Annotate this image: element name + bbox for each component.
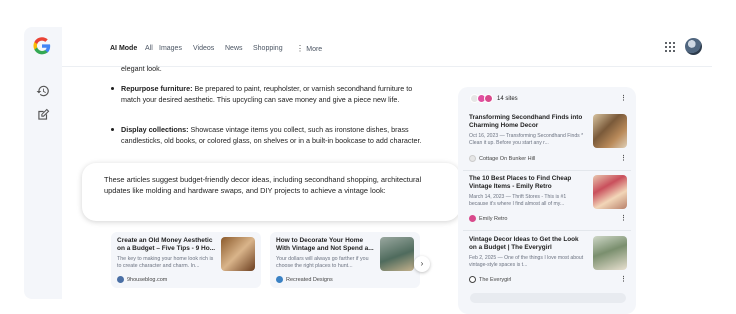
- source-item-3[interactable]: Vintage Decor Ideas to Get the Look on a…: [463, 236, 631, 288]
- card-thumbnail: [221, 237, 255, 271]
- bullet-display-collections: Display collections: Showcase vintage it…: [110, 124, 430, 147]
- card-thumbnail: [380, 237, 414, 271]
- more-vert-icon[interactable]: ⋮: [620, 275, 627, 283]
- text-fragment: elegant look.: [121, 64, 162, 73]
- source-item-2[interactable]: The 10 Best Places to Find Cheap Vintage…: [463, 175, 631, 227]
- site-favicon: [469, 276, 476, 283]
- card-source-name: Recreated Designs: [286, 276, 333, 283]
- card-source-name: 9houseblog.com: [127, 276, 168, 283]
- divider: [463, 230, 631, 231]
- source-site: Cottage On Bunker Hill: [469, 155, 535, 162]
- bullet-dot: [111, 128, 114, 131]
- sites-summary[interactable]: 14 sites: [470, 94, 518, 103]
- avatar[interactable]: [685, 38, 702, 55]
- chevron-right-icon[interactable]: ›: [414, 256, 430, 272]
- source-site: The Everygirl: [469, 276, 511, 283]
- card-snippet: The key to making your home look rich is…: [117, 255, 214, 269]
- bullet-heading: Repurpose furniture:: [121, 84, 193, 93]
- source-favicon: [117, 276, 124, 283]
- source-title: The 10 Best Places to Find Cheap Vintage…: [469, 175, 572, 190]
- sites-count: 14 sites: [497, 95, 518, 102]
- site-favicon: [484, 94, 493, 103]
- source-card-2[interactable]: How to Decorate Your Home With Vintage a…: [270, 232, 420, 288]
- tab-images[interactable]: Images: [159, 45, 182, 52]
- new-chat-icon[interactable]: [36, 108, 50, 122]
- history-icon[interactable]: [36, 84, 50, 98]
- card-source: 9houseblog.com: [117, 276, 167, 283]
- source-thumbnail: [593, 175, 627, 209]
- more-menu[interactable]: ⋮ More: [296, 44, 322, 53]
- more-vert-icon[interactable]: ⋮: [620, 214, 627, 222]
- more-vert-icon[interactable]: ⋮: [620, 94, 627, 102]
- card-title: How to Decorate Your Home With Vintage a…: [276, 237, 374, 253]
- more-vert-icon: ⋮: [296, 44, 304, 53]
- bullet-dot: [111, 87, 114, 90]
- show-all-button[interactable]: [470, 293, 626, 303]
- left-rail: [24, 27, 62, 299]
- source-snippet: March 14, 2023 — Thrift Stores - This is…: [469, 194, 567, 207]
- site-favicon: [469, 215, 476, 222]
- tab-all[interactable]: All: [145, 45, 153, 52]
- more-vert-icon[interactable]: ⋮: [620, 154, 627, 162]
- bullet-repurpose-furniture: Repurpose furniture: Be prepared to pain…: [110, 83, 430, 106]
- site-favicon: [469, 155, 476, 162]
- tab-ai-mode[interactable]: AI Mode: [110, 45, 137, 52]
- source-item-1[interactable]: Transforming Secondhand Finds into Charm…: [463, 114, 631, 166]
- source-snippet: Oct 16, 2023 — Transforming Secondhand F…: [469, 133, 584, 146]
- source-site: Emily Retro: [469, 215, 507, 222]
- source-thumbnail: [593, 114, 627, 148]
- apps-grid-icon[interactable]: [664, 41, 676, 53]
- divider: [463, 170, 631, 171]
- source-title: Vintage Decor Ideas to Get the Look on a…: [469, 236, 579, 251]
- source-favicon: [276, 276, 283, 283]
- source-snippet: Feb 2, 2025 — One of the things I love m…: [469, 255, 584, 268]
- source-site-name: The Everygirl: [479, 276, 512, 283]
- source-card-1[interactable]: Create an Old Money Aesthetic on a Budge…: [111, 232, 261, 288]
- card-source: Recreated Designs: [276, 276, 333, 283]
- google-logo[interactable]: [32, 36, 52, 56]
- card-snippet: Your dollars will always go farther if y…: [276, 255, 369, 269]
- summary-popover: These articles suggest budget-friendly d…: [82, 163, 460, 221]
- tab-shopping[interactable]: Shopping: [253, 45, 283, 52]
- source-site-name: Cottage On Bunker Hill: [479, 155, 536, 162]
- source-title: Transforming Secondhand Finds into Charm…: [469, 114, 583, 129]
- bullet-heading: Display collections:: [121, 125, 189, 134]
- more-label: More: [306, 46, 323, 53]
- source-site-name: Emily Retro: [479, 215, 508, 222]
- tab-videos[interactable]: Videos: [193, 45, 214, 52]
- source-thumbnail: [593, 236, 627, 270]
- tab-news[interactable]: News: [225, 45, 243, 52]
- card-title: Create an Old Money Aesthetic on a Budge…: [117, 237, 216, 253]
